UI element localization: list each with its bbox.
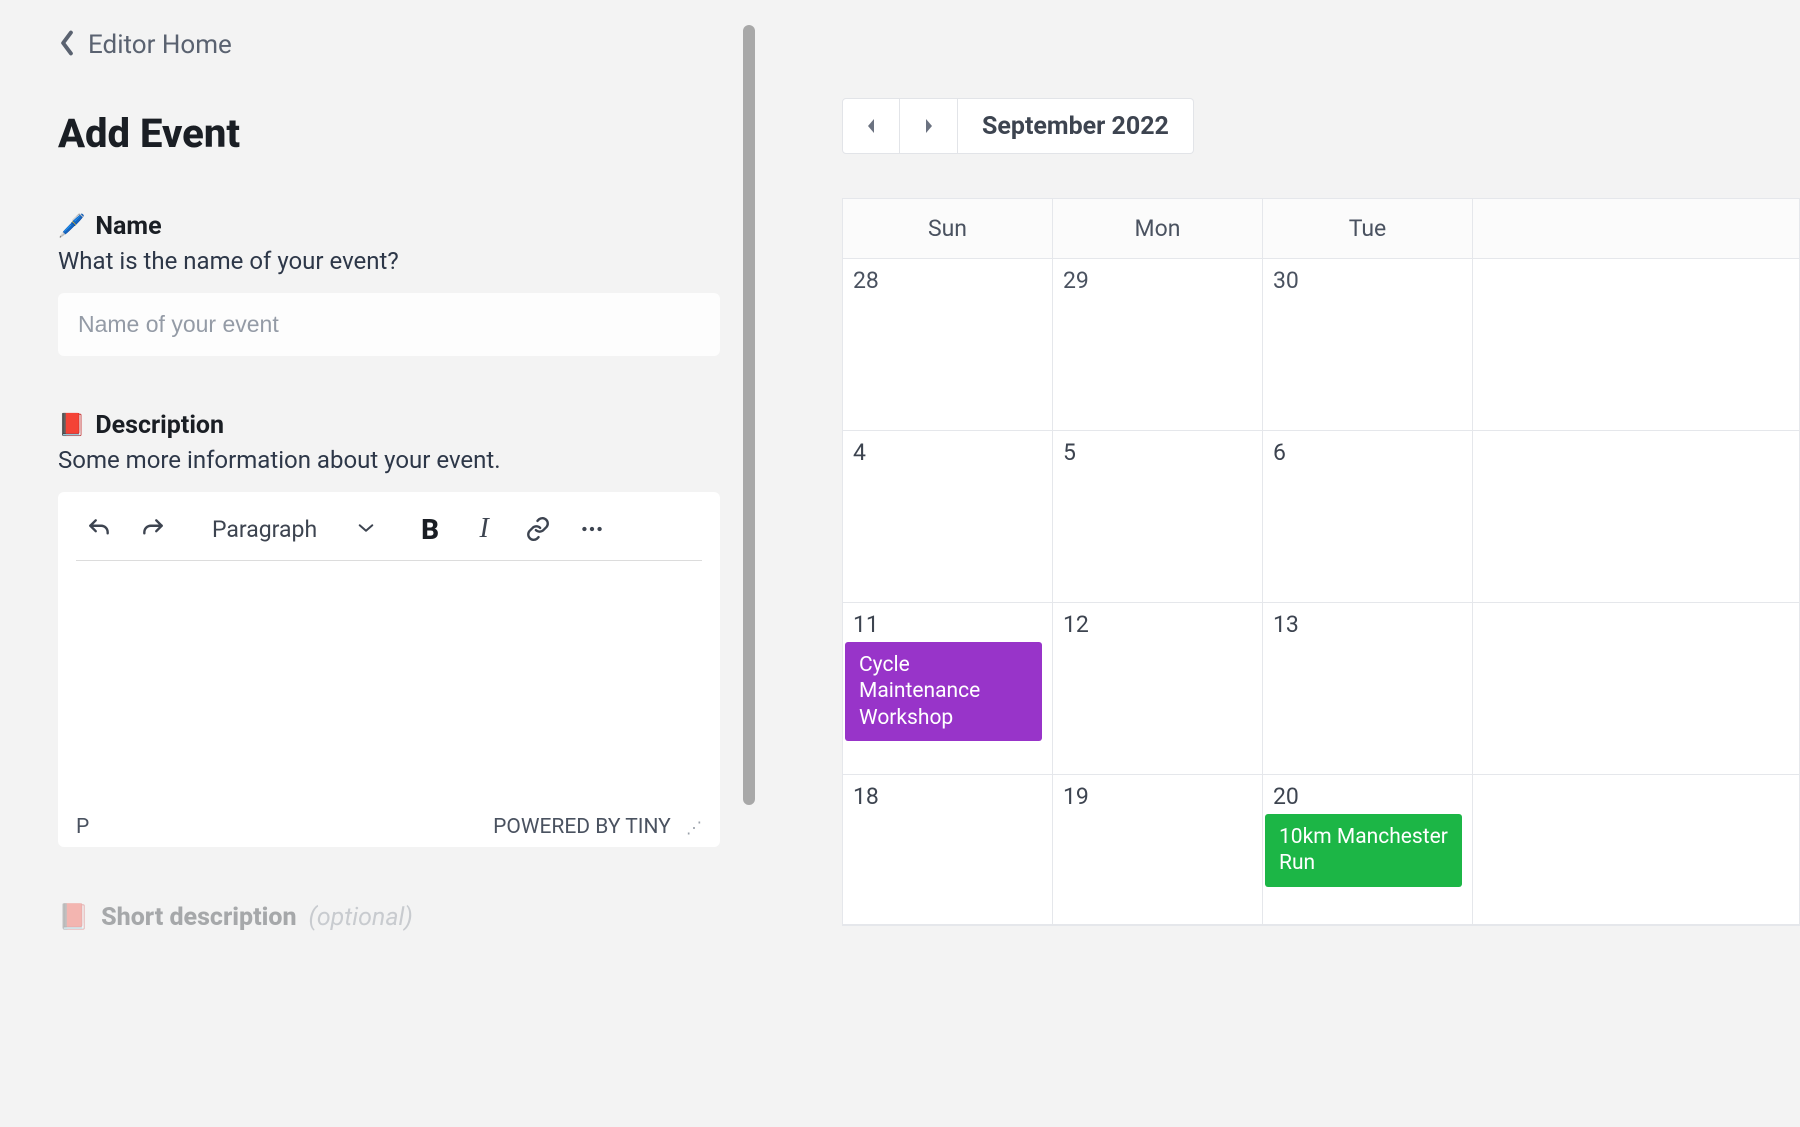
calendar-cell[interactable]: 12 <box>1053 603 1263 774</box>
rich-text-editor: Paragraph B I P POWERED BY TINY <box>58 492 720 847</box>
calendar-event[interactable]: 10km Manchester Run <box>1265 814 1462 887</box>
editor-content-area[interactable] <box>76 561 702 811</box>
calendar-cell[interactable]: 6 <box>1263 431 1473 602</box>
book-icon: 📕 <box>58 413 85 438</box>
page-title: Add Event <box>58 110 720 157</box>
calendar-week-row: 28 29 30 <box>843 259 1799 431</box>
calendar-cell[interactable]: 4 <box>843 431 1053 602</box>
name-field-group: 🖊️ Name What is the name of your event? <box>58 212 720 356</box>
italic-button[interactable]: I <box>467 513 501 545</box>
editor-panel: Editor Home Add Event 🖊️ Name What is th… <box>0 0 760 1127</box>
redo-button[interactable] <box>136 512 170 546</box>
calendar-week-row: 18 19 20 10km Manchester Run <box>843 775 1799 925</box>
editor-toolbar: Paragraph B I <box>76 502 702 561</box>
calendar-cell[interactable]: 13 <box>1263 603 1473 774</box>
calendar-next-button[interactable] <box>900 98 958 154</box>
calendar-prev-button[interactable] <box>842 98 900 154</box>
name-field-help: What is the name of your event? <box>58 247 720 275</box>
day-header: Mon <box>1053 199 1263 258</box>
link-button[interactable] <box>521 512 555 546</box>
pencil-icon: 🖊️ <box>58 214 85 239</box>
editor-footer: P POWERED BY TINY ⋰ <box>76 811 702 839</box>
day-header: Sun <box>843 199 1053 258</box>
more-button[interactable] <box>575 512 609 546</box>
calendar-cell[interactable]: 5 <box>1053 431 1263 602</box>
calendar-day-header-row: Sun Mon Tue <box>843 199 1799 259</box>
calendar-cell[interactable]: 11 Cycle Maintenance Workshop <box>843 603 1053 774</box>
resize-handle-icon[interactable]: ⋰ <box>686 818 702 837</box>
calendar-cell[interactable]: 19 <box>1053 775 1263 924</box>
description-field-group: 📕 Description Some more information abou… <box>58 411 720 847</box>
calendar-cell[interactable]: 18 <box>843 775 1053 924</box>
book-icon: 📕 <box>58 903 89 932</box>
paragraph-format-select[interactable]: Paragraph <box>204 516 383 543</box>
breadcrumb-label: Editor Home <box>88 30 232 60</box>
event-name-input[interactable] <box>58 293 720 356</box>
short-description-label: 📕 Short description (optional) <box>58 903 720 932</box>
scrollbar[interactable] <box>743 25 755 805</box>
calendar-cell[interactable]: 28 <box>843 259 1053 430</box>
chevron-down-icon <box>357 516 375 543</box>
calendar-event[interactable]: Cycle Maintenance Workshop <box>845 642 1042 741</box>
calendar-week-row: 11 Cycle Maintenance Workshop 12 13 <box>843 603 1799 775</box>
powered-by-label: POWERED BY TINY <box>493 815 671 839</box>
calendar-week-row: 4 5 6 <box>843 431 1799 603</box>
calendar-cell[interactable]: 20 10km Manchester Run <box>1263 775 1473 924</box>
breadcrumb-back[interactable]: Editor Home <box>58 30 720 60</box>
name-field-label: 🖊️ Name <box>58 212 720 241</box>
calendar-grid: Sun Mon Tue 28 29 30 4 5 6 11 Cycle Main… <box>842 198 1800 926</box>
bold-button[interactable]: B <box>413 513 447 546</box>
calendar-title: September 2022 <box>958 98 1194 154</box>
chevron-left-icon <box>58 30 76 60</box>
day-header: Tue <box>1263 199 1473 258</box>
calendar-panel: September 2022 Sun Mon Tue 28 29 30 4 5 … <box>760 0 1800 1127</box>
undo-button[interactable] <box>82 512 116 546</box>
editor-path: P <box>76 815 89 839</box>
calendar-header: September 2022 <box>842 98 1800 154</box>
calendar-cell[interactable]: 29 <box>1053 259 1263 430</box>
description-field-label: 📕 Description <box>58 411 720 440</box>
description-field-help: Some more information about your event. <box>58 446 720 474</box>
calendar-cell[interactable]: 30 <box>1263 259 1473 430</box>
